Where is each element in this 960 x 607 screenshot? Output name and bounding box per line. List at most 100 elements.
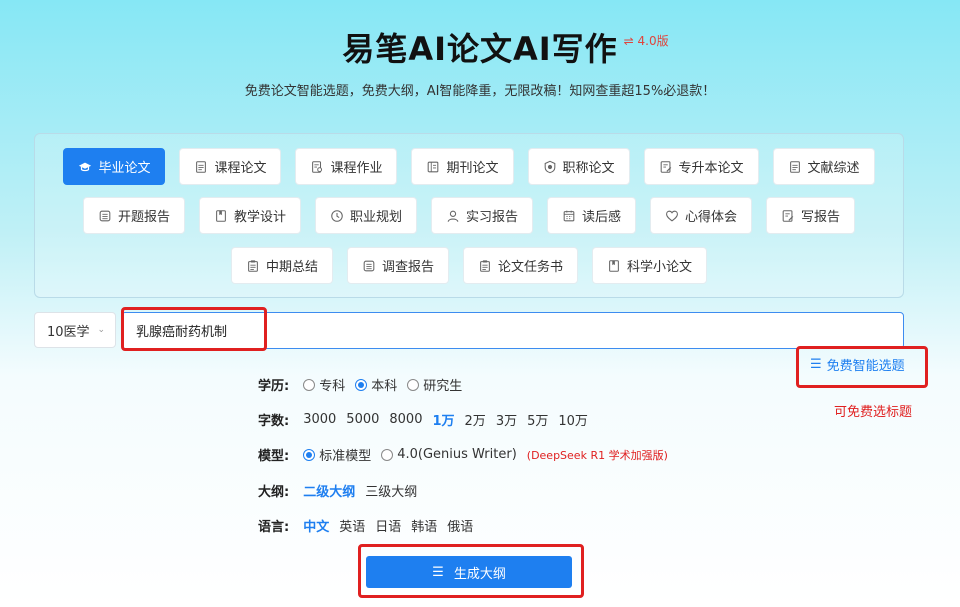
radio-label: 4.0(Genius Writer) [397, 447, 517, 462]
paper-type-button[interactable]: 写报告 [766, 197, 856, 234]
list-icon: ☰ [810, 357, 822, 372]
chevron-down-icon: ⌄ [97, 325, 106, 335]
journal-icon [426, 160, 440, 174]
degree-radio[interactable]: 专科 [303, 375, 345, 394]
subject-select-value: 10医学 [47, 324, 90, 340]
word-count-chip[interactable]: 8000 [389, 412, 422, 427]
free-topic-note: 可免费选标题 [834, 405, 913, 420]
document-icon [194, 160, 208, 174]
page-header: 易笔AI论文AI写作 ⇌ 4.0版 免费论文智能选题，免费大纲，AI智能降重，无… [0, 24, 960, 99]
paper-type-button[interactable]: 文献综述 [772, 148, 875, 185]
paper-type-button[interactable]: 读后感 [547, 197, 637, 234]
outline-options: 大纲: 二级大纲 三级大纲 [258, 481, 417, 500]
paper-type-button[interactable]: 期刊论文 [411, 148, 514, 185]
paper-type-button[interactable]: 课程作业 [295, 148, 398, 185]
language-chip[interactable]: 俄语 [447, 516, 473, 535]
radio-label: 标准模型 [319, 449, 372, 464]
heart-icon [665, 209, 679, 223]
paper-type-button[interactable]: 教学设计 [198, 197, 301, 234]
paper-type-button[interactable]: 职称论文 [527, 148, 630, 185]
document-edit-icon [781, 209, 795, 223]
paper-type-label: 开题报告 [117, 210, 170, 225]
language-options: 语言: 中文 英语 日语 韩语 俄语 [258, 516, 473, 535]
language-chip[interactable]: 日语 [375, 516, 401, 535]
paper-type-label: 中期总结 [265, 260, 318, 275]
paper-type-row-2: 开题报告 教学设计 职业规划 实习报告 读后感 心得体会 写报告 [35, 197, 903, 234]
paper-type-label: 课程论文 [214, 161, 267, 176]
list-icon: ☰ [432, 564, 444, 580]
word-count-chip[interactable]: 3000 [303, 412, 336, 427]
paper-type-panel: 毕业论文 课程论文 课程作业 期刊论文 职称论文 专升本论文 文献综述 开题报告 教学设计 职业… [34, 133, 904, 298]
word-count-chip[interactable]: 5000 [346, 412, 379, 427]
user-icon [446, 209, 460, 223]
title-wrap: 易笔AI论文AI写作 ⇌ 4.0版 [342, 24, 668, 70]
page-title: 易笔AI论文AI写作 [342, 30, 618, 68]
paper-type-button[interactable]: 中期总结 [230, 247, 333, 284]
degree-radio[interactable]: 研究生 [407, 375, 462, 394]
outline-chip[interactable]: 三级大纲 [365, 481, 417, 500]
model-radio[interactable]: 标准模型 [303, 445, 371, 464]
word-count-chip[interactable]: 3万 [496, 410, 517, 429]
report-icon [98, 209, 112, 223]
word-count-chip[interactable]: 1万 [432, 410, 454, 429]
free-topic-button[interactable]: ☰ 免费智能选题 [810, 355, 905, 374]
paper-type-button[interactable]: 心得体会 [650, 197, 753, 234]
paper-type-label: 科学小论文 [627, 260, 693, 275]
degree-options: 学历: 专科 本科 研究生 [258, 375, 462, 394]
paper-type-label: 期刊论文 [446, 161, 499, 176]
paper-type-label: 心得体会 [685, 210, 738, 225]
language-chip[interactable]: 韩语 [411, 516, 437, 535]
book-icon [214, 209, 228, 223]
paper-type-label: 调查报告 [381, 260, 434, 275]
subject-select[interactable]: 10医学 ⌄ [34, 312, 116, 348]
radio-dot-icon [303, 378, 316, 391]
language-chip[interactable]: 中文 [303, 516, 329, 535]
free-topic-label: 免费智能选题 [826, 359, 905, 374]
radio-dot-icon [381, 448, 394, 461]
report-icon [362, 259, 376, 273]
word-count-chip[interactable]: 10万 [558, 410, 588, 429]
radio-dot-icon [355, 378, 368, 391]
radio-dot-icon [407, 378, 420, 391]
paper-type-row-3: 中期总结 调查报告 论文任务书 科学小论文 [35, 247, 903, 284]
word-count-options: 字数: 3000 5000 8000 1万 2万 3万 5万 10万 [258, 410, 588, 429]
paper-type-button[interactable]: 课程论文 [179, 148, 282, 185]
book-icon [607, 259, 621, 273]
paper-type-label: 职称论文 [562, 161, 615, 176]
paper-type-button[interactable]: 论文任务书 [463, 247, 579, 284]
graduation-cap-icon [78, 160, 92, 174]
paper-type-label: 文献综述 [807, 161, 860, 176]
paper-type-row-1: 毕业论文 课程论文 课程作业 期刊论文 职称论文 专升本论文 文献综述 [35, 148, 903, 185]
degree-radio[interactable]: 本科 [355, 375, 397, 394]
model-label: 模型: [258, 449, 290, 464]
version-badge[interactable]: ⇌ 4.0版 [624, 32, 669, 49]
paper-type-label: 实习报告 [465, 210, 518, 225]
calendar-icon [562, 209, 576, 223]
document-icon [788, 160, 802, 174]
model-note: (DeepSeek R1 学术加强版) [526, 448, 668, 462]
paper-type-button[interactable]: 毕业论文 [63, 148, 166, 185]
generate-outline-button[interactable]: ☰ 生成大纲 [366, 556, 572, 588]
outline-chip[interactable]: 二级大纲 [303, 481, 355, 500]
language-chip[interactable]: 英语 [339, 516, 365, 535]
model-radio[interactable]: 4.0(Genius Writer) [381, 447, 517, 462]
paper-type-label: 课程作业 [330, 161, 383, 176]
paper-type-button[interactable]: 专升本论文 [643, 148, 759, 185]
radio-label: 专科 [319, 379, 346, 394]
paper-type-button[interactable]: 科学小论文 [592, 247, 708, 284]
word-count-chip[interactable]: 2万 [465, 410, 486, 429]
clipboard-icon [478, 259, 492, 273]
paper-type-label: 写报告 [801, 210, 841, 225]
outline-label: 大纲: [258, 485, 290, 500]
paper-type-label: 职业规划 [349, 210, 402, 225]
paper-type-button[interactable]: 调查报告 [346, 247, 449, 284]
word-count-chip[interactable]: 5万 [527, 410, 548, 429]
topic-input[interactable] [121, 312, 904, 349]
paper-type-button[interactable]: 实习报告 [430, 197, 533, 234]
degree-label: 学历: [258, 379, 290, 394]
paper-type-button[interactable]: 职业规划 [314, 197, 417, 234]
word-count-label: 字数: [258, 414, 290, 429]
document-edit-icon [659, 160, 673, 174]
paper-type-button[interactable]: 开题报告 [82, 197, 185, 234]
paper-type-label: 毕业论文 [98, 161, 151, 176]
